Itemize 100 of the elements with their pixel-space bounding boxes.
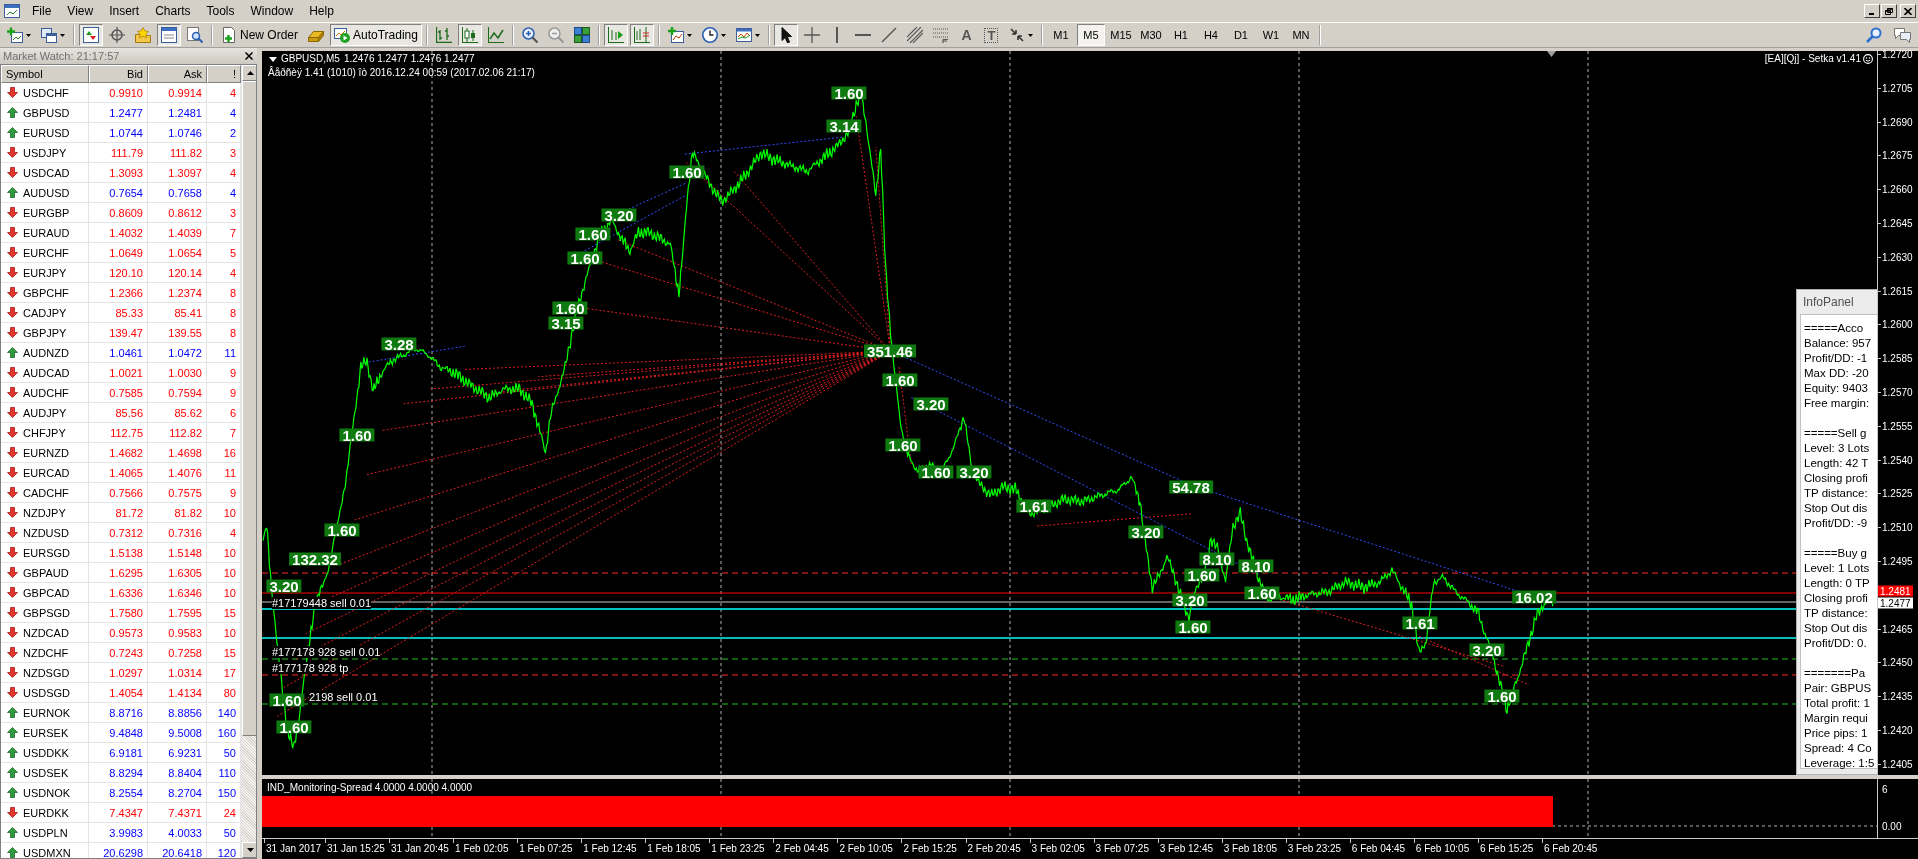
- text-tool-button[interactable]: A: [954, 24, 978, 46]
- candlestick-button[interactable]: [457, 24, 482, 46]
- symbol-name[interactable]: NZDCAD: [23, 626, 69, 639]
- symbol-name[interactable]: EURJPY: [23, 266, 67, 279]
- symbol-name[interactable]: GBPCHF: [23, 286, 69, 299]
- symbol-name[interactable]: CADJPY: [23, 306, 67, 319]
- timeframe-button[interactable]: M1: [1046, 24, 1075, 46]
- symbol-name[interactable]: USDCAD: [23, 166, 70, 179]
- symbol-name[interactable]: USDSEK: [23, 766, 69, 779]
- ask-cell: 1.4134: [148, 683, 207, 703]
- menu-item[interactable]: Insert: [101, 1, 148, 21]
- symbol-name[interactable]: USDCHF: [23, 86, 69, 99]
- chart-plot[interactable]: [262, 51, 1877, 775]
- column-header[interactable]: Bid: [89, 65, 148, 83]
- chart-ohlc: 1.2476 1.2477 1.2476 1.2477: [343, 53, 475, 65]
- timeframe-button[interactable]: D1: [1226, 24, 1255, 46]
- auto-scroll-button[interactable]: [603, 24, 628, 46]
- column-header[interactable]: Ask: [148, 65, 207, 83]
- shift-marker-icon[interactable]: [1547, 51, 1556, 57]
- symbol-name[interactable]: EURCAD: [23, 466, 70, 479]
- menu-item[interactable]: Charts: [147, 1, 199, 21]
- symbol-name[interactable]: NZDJPY: [23, 506, 66, 519]
- symbol-name[interactable]: EURDKK: [23, 806, 69, 819]
- time-label: 6 Feb 20:45: [1543, 843, 1598, 855]
- symbol-name[interactable]: EURCHF: [23, 246, 69, 259]
- bid-cell: 1.6336: [89, 583, 148, 603]
- timeframe-button[interactable]: M5: [1076, 24, 1105, 46]
- symbol-name[interactable]: USDJPY: [23, 146, 67, 159]
- close-button[interactable]: [1900, 4, 1916, 18]
- menu-item[interactable]: Help: [301, 1, 342, 21]
- ask-cell: 0.7658: [148, 183, 207, 203]
- close-button[interactable]: [242, 49, 255, 63]
- menu-item[interactable]: Window: [242, 1, 302, 21]
- symbol-name[interactable]: EURUSD: [23, 126, 70, 139]
- timeframe-button[interactable]: M15: [1106, 24, 1135, 46]
- timeframe-button[interactable]: M30: [1136, 24, 1165, 46]
- symbol-name[interactable]: EURAUD: [23, 226, 70, 239]
- symbol-name[interactable]: EURNZD: [23, 446, 69, 459]
- symbol-name[interactable]: GBPJPY: [23, 326, 67, 339]
- info-line: Stop Out dis: [1804, 501, 1869, 516]
- scroll-thumb[interactable]: [242, 81, 256, 736]
- symbol-name[interactable]: AUDCHF: [23, 386, 69, 399]
- symbol-name[interactable]: EURNOK: [23, 706, 71, 719]
- symbol-name[interactable]: CHFJPY: [23, 426, 66, 439]
- symbol-name[interactable]: GBPSGD: [23, 606, 71, 619]
- chart-window-icon[interactable]: [2, 1, 22, 21]
- terminal-button[interactable]: [157, 24, 181, 46]
- ask-cell: 8.2704: [148, 783, 207, 803]
- info-line: Length: 0 TP: [1804, 576, 1871, 591]
- timeframe-button[interactable]: H1: [1166, 24, 1195, 46]
- profit-label: 1.60: [882, 373, 918, 387]
- info-line: Profit/DD: -9: [1804, 516, 1869, 531]
- new-order-button[interactable]: New Order: [217, 24, 302, 46]
- text-label-button[interactable]: T: [979, 24, 1003, 46]
- bid-cell: 1.4682: [89, 443, 148, 463]
- symbol-name[interactable]: USDPLN: [23, 826, 68, 839]
- profit-label: 3.20: [266, 579, 302, 593]
- profit-label: 1.60: [1244, 586, 1280, 600]
- chart-shift-button[interactable]: [629, 24, 654, 46]
- symbol-name[interactable]: EURSGD: [23, 546, 71, 559]
- scroll-up-button[interactable]: [242, 65, 256, 81]
- menu-item[interactable]: Tools: [198, 1, 243, 21]
- scrollbar[interactable]: [241, 65, 256, 858]
- menu-item[interactable]: File: [24, 1, 60, 21]
- auto-trading-button[interactable]: AutoTrading: [330, 24, 422, 46]
- symbol-name[interactable]: GBPUSD: [23, 106, 70, 119]
- symbol-name[interactable]: USDMXN: [23, 846, 71, 858]
- symbol-name[interactable]: GBPCAD: [23, 586, 70, 599]
- symbol-name[interactable]: NZDCHF: [23, 646, 69, 659]
- symbol-name[interactable]: EURGBP: [23, 206, 70, 219]
- symbol-name[interactable]: AUDNZD: [23, 346, 69, 359]
- restore-icon: [1885, 7, 1893, 15]
- symbol-name[interactable]: AUDCAD: [23, 366, 70, 379]
- symbol-name[interactable]: NZDUSD: [23, 526, 69, 539]
- symbol-name[interactable]: USDDKK: [23, 746, 69, 759]
- scroll-down-button[interactable]: [242, 842, 256, 858]
- timeframe-button[interactable]: MN: [1286, 24, 1315, 46]
- symbol-name[interactable]: GBPAUD: [23, 566, 69, 579]
- market-watch-button[interactable]: [79, 24, 103, 46]
- symbol-name[interactable]: USDSGD: [23, 686, 71, 699]
- triangle-down-icon[interactable]: [269, 56, 277, 62]
- minimize-button[interactable]: [1864, 4, 1880, 18]
- symbol-name[interactable]: EURSEK: [23, 726, 69, 739]
- time-label: 2 Feb 10:05: [839, 843, 893, 855]
- symbol-name[interactable]: AUDUSD: [23, 186, 70, 199]
- symbol-name[interactable]: CADCHF: [23, 486, 69, 499]
- caret-icon: [686, 33, 692, 37]
- symbol-name[interactable]: NZDSGD: [23, 666, 70, 679]
- symbol-name[interactable]: AUDJPY: [23, 406, 67, 419]
- menu-item[interactable]: View: [59, 1, 102, 21]
- timeframe-button[interactable]: H4: [1196, 24, 1225, 46]
- restore-button[interactable]: [1881, 4, 1897, 18]
- indicator-pane[interactable]: IND_Monitoring-Spread 4.0000 4.0000 4.0000: [262, 779, 1877, 838]
- symbol-name[interactable]: USDNOK: [23, 786, 71, 799]
- triangle-up-icon: [246, 71, 254, 75]
- timeframe-button[interactable]: W1: [1256, 24, 1285, 46]
- cursor-button[interactable]: [773, 24, 798, 46]
- fibonacci-icon: [932, 27, 949, 43]
- column-header[interactable]: !: [207, 65, 241, 83]
- column-header[interactable]: Symbol: [1, 65, 89, 83]
